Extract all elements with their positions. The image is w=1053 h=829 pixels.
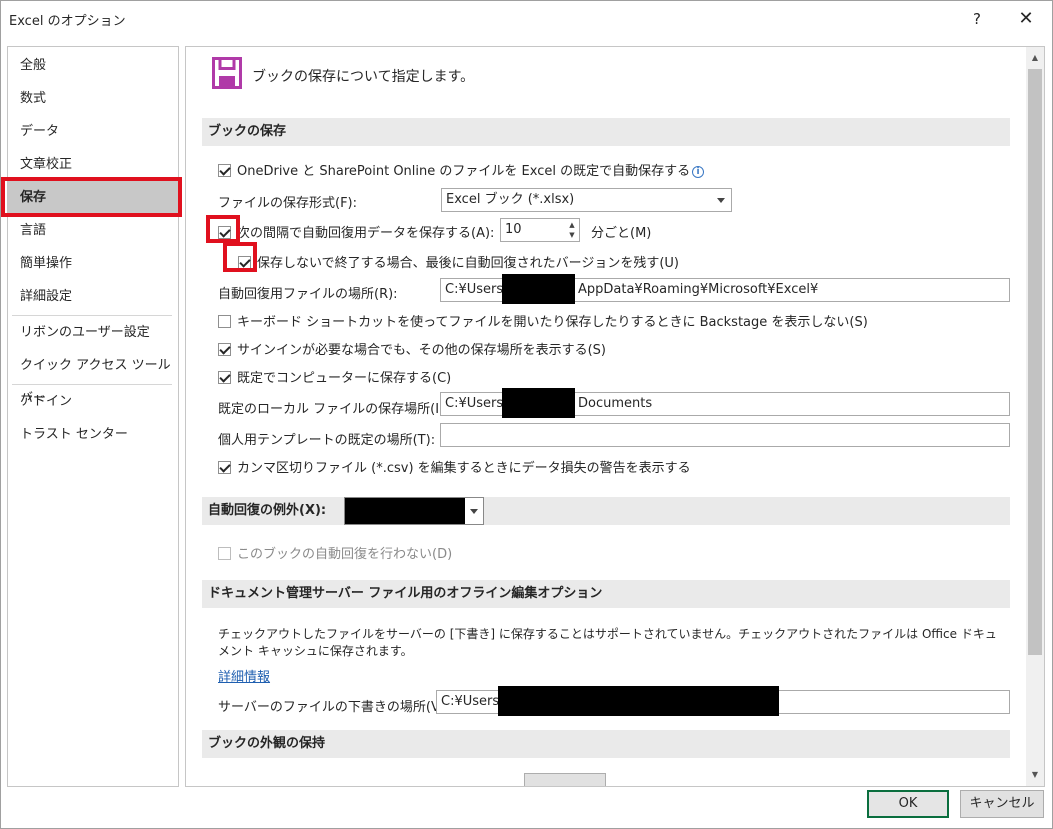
save-to-computer-checkbox[interactable] [218,371,231,384]
onedrive-autosave-option[interactable]: OneDrive と SharePoint Online のファイルを Exce… [218,160,705,179]
sidebar-item-general[interactable]: 全般 [8,49,178,82]
sidebar-item-accessibility[interactable]: 簡単操作 [8,247,178,280]
no-backstage-checkbox[interactable] [218,315,231,328]
autorecover-option[interactable]: 次の間隔で自動回復用データを保存する(A): [218,222,494,241]
chevron-down-icon [717,198,725,203]
sidebar-item-data[interactable]: データ [8,115,178,148]
sidebar-item-trust-center[interactable]: トラスト センター [8,418,178,451]
redacted-username [502,274,575,304]
vertical-scrollbar[interactable]: ▲ ▼ [1026,47,1044,786]
more-info-link[interactable]: 詳細情報 [218,666,270,685]
cancel-button[interactable]: キャンセル [960,790,1044,818]
scroll-down-icon[interactable]: ▼ [1026,766,1044,784]
save-to-computer-label: 既定でコンピューターに保存する(C) [237,371,452,386]
sidebar-item-formulas[interactable]: 数式 [8,82,178,115]
chevron-down-icon [470,509,478,514]
no-backstage-label: キーボード ショートカットを使ってファイルを開いたり保存したりするときに Bac… [237,315,868,330]
save-format-label: ファイルの保存形式(F): [218,196,358,211]
keep-last-autosave-label: 保存しないで終了する場合、最後に自動回復されたバージョンを残す(U) [257,256,680,271]
minutes-suffix: 分ごと(M) [591,226,652,241]
floppy-disk-icon [212,57,242,89]
autorecover-location-label: 自動回復用ファイルの場所(R): [218,287,398,302]
title-bar: Excel のオプション ? ✕ [1,1,1052,37]
autorecover-exceptions-dropdown[interactable] [344,497,484,525]
autorecover-minutes-spinner[interactable]: 10 ▲ ▼ [500,218,580,242]
autorecover-exceptions-label: 自動回復の例外(X): [208,503,327,518]
sidebar-item-customize-ribbon[interactable]: リボンのユーザー設定 [8,316,178,349]
sidebar: 全般 数式 データ 文章校正 保存 言語 簡単操作 詳細設定 リボンのユーザー設… [7,46,179,787]
offline-note: チェックアウトしたファイルをサーバーの [下書き] に保存することはサポートされ… [218,627,997,658]
no-backstage-option[interactable]: キーボード ショートカットを使ってファイルを開いたり保存したりするときに Bac… [218,311,868,330]
highlight-box-keep-last [223,242,257,272]
csv-warning-option[interactable]: カンマ区切りファイル (*.csv) を編集するときにデータ損失の警告を表示する [218,457,691,476]
section-offline-editing: ドキュメント管理サーバー ファイル用のオフライン編集オプション [202,580,1010,608]
personal-templates-input[interactable] [440,423,1010,447]
default-local-label: 既定のローカル ファイルの保存場所(I): [218,402,449,417]
disable-autorecover-checkbox[interactable] [218,547,231,560]
highlight-box-autorecover [206,215,240,243]
autorecover-location-suffix: AppData¥Roaming¥Microsoft¥Excel¥ [578,282,819,297]
server-drafts-label: サーバーのファイルの下書きの場所(V): [218,700,450,715]
show-additional-places-label: サインインが必要な場合でも、その他の保存場所を表示する(S) [237,343,607,358]
save-to-computer-option[interactable]: 既定でコンピューターに保存する(C) [218,367,451,386]
redacted-username [502,388,575,418]
personal-templates-label: 個人用テンプレートの既定の場所(T): [218,433,436,448]
spinner-arrows-icon[interactable]: ▲ ▼ [567,220,577,240]
server-drafts-prefix: C:¥Users [441,694,500,709]
csv-warning-checkbox[interactable] [218,461,231,474]
redacted-path [498,686,779,716]
save-format-dropdown[interactable]: Excel ブック (*.xlsx) [441,188,732,212]
show-additional-places-option[interactable]: サインインが必要な場合でも、その他の保存場所を表示する(S) [218,339,606,358]
dialog-title: Excel のオプション [9,14,126,29]
onedrive-autosave-label: OneDrive と SharePoint Online のファイルを Exce… [237,164,691,179]
default-local-prefix: C:¥Users [445,396,504,411]
colors-button[interactable] [524,773,606,786]
keep-last-autosave-option[interactable]: 保存しないで終了する場合、最後に自動回復されたバージョンを残す(U) [238,252,679,271]
section-save-books: ブックの保存 [202,118,1010,146]
sidebar-item-quick-access-toolbar[interactable]: クイック アクセス ツール バー [8,349,178,406]
info-icon[interactable]: i [692,166,705,178]
show-additional-places-checkbox[interactable] [218,343,231,356]
sidebar-item-language[interactable]: 言語 [8,214,178,247]
default-local-suffix: Documents [578,396,653,411]
disable-autorecover-label: このブックの自動回復を行わない(D) [237,547,453,562]
onedrive-autosave-checkbox[interactable] [218,164,231,177]
sidebar-item-advanced[interactable]: 詳細設定 [8,280,178,313]
autorecover-label: 次の間隔で自動回復用データを保存する(A): [237,226,495,241]
excel-options-dialog: Excel のオプション ? ✕ 全般 数式 データ 文章校正 保存 言語 簡単… [0,0,1053,829]
csv-warning-label: カンマ区切りファイル (*.csv) を編集するときにデータ損失の警告を表示する [237,461,691,476]
close-icon[interactable]: ✕ [1013,7,1039,31]
main-panel: ブックの保存について指定します。 ブックの保存 OneDrive と Share… [185,46,1045,787]
autorecover-location-prefix: C:¥Users [445,282,504,297]
save-format-value: Excel ブック (*.xlsx) [446,192,575,207]
highlight-box-save [1,177,182,217]
help-icon[interactable]: ? [965,7,989,31]
scroll-up-icon[interactable]: ▲ [1026,49,1044,67]
page-header: ブックの保存について指定します。 [252,69,475,85]
disable-autorecover-option[interactable]: このブックの自動回復を行わない(D) [218,543,452,562]
scroll-thumb[interactable] [1028,69,1042,655]
sidebar-item-add-ins[interactable]: アドイン [8,385,178,418]
section-preserve-appearance: ブックの外観の保持 [202,730,1010,758]
autorecover-minutes-value: 10 [505,222,522,237]
ok-button[interactable]: OK [867,790,949,818]
section-autorecover-exceptions: 自動回復の例外(X): [202,497,1010,525]
